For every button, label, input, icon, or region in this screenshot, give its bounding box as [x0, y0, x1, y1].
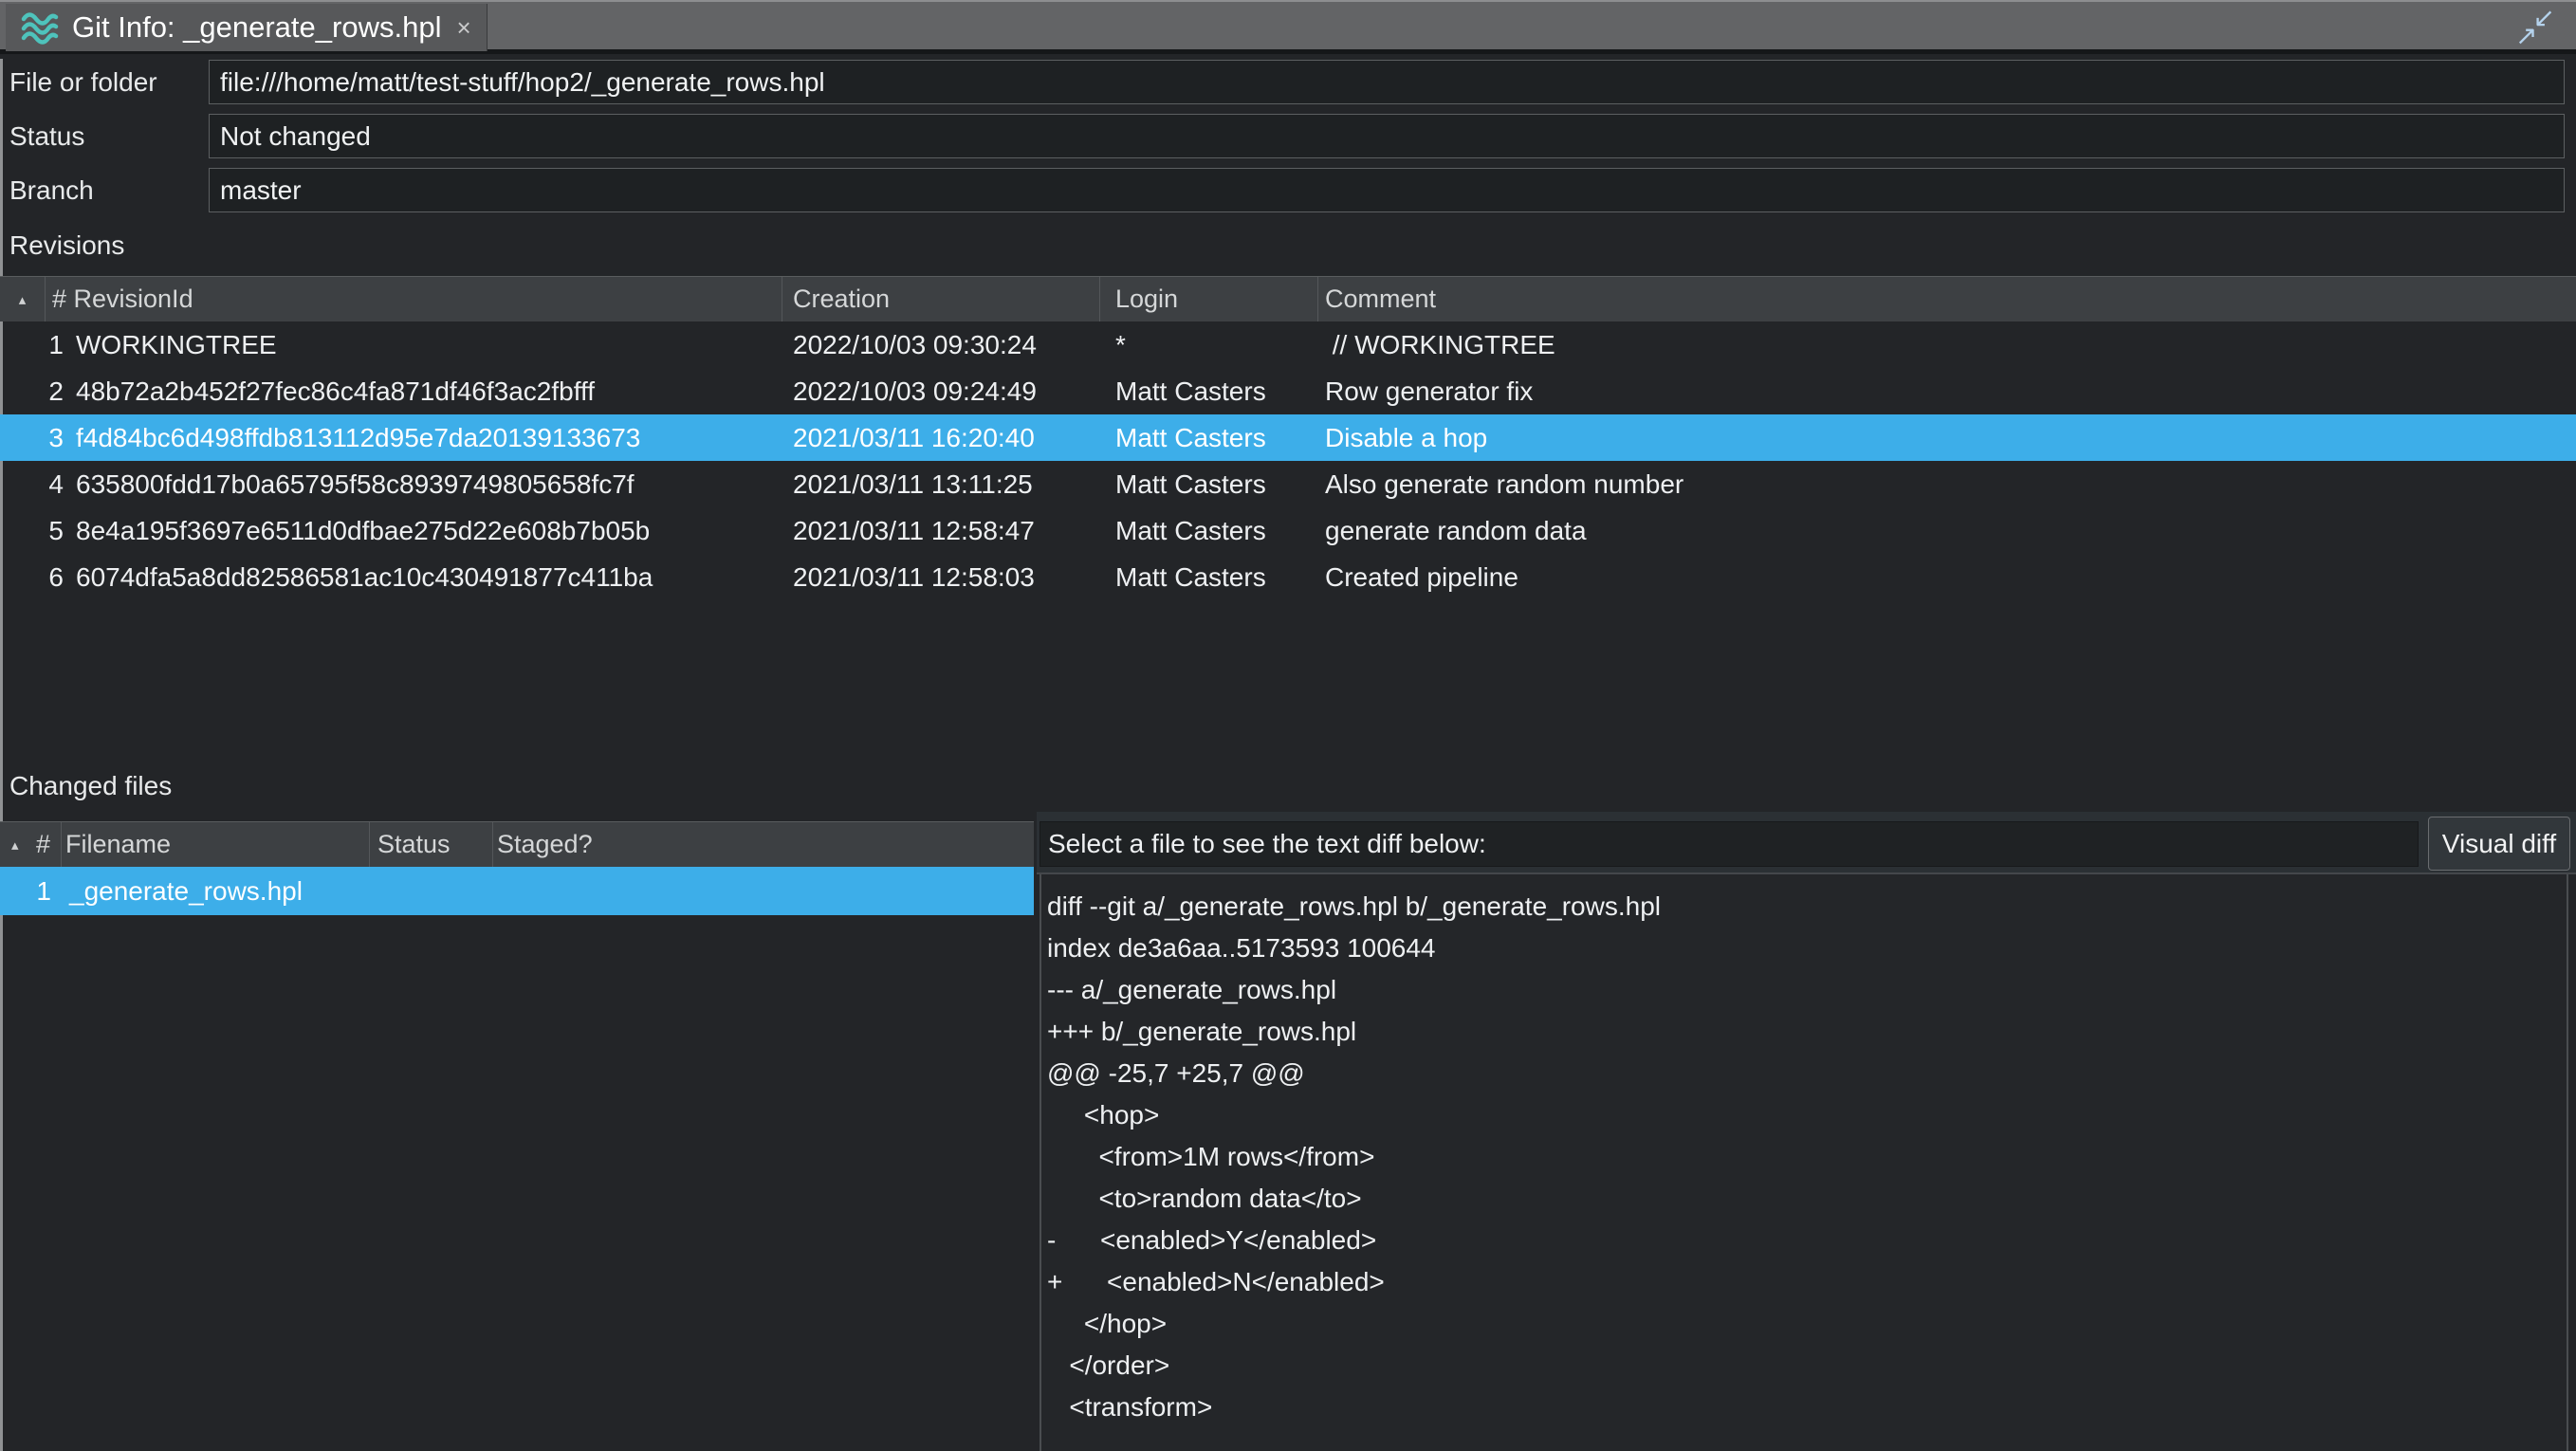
branch-field[interactable]: master: [209, 168, 2565, 212]
revision-row[interactable]: 248b72a2b452f27fec86c4fa871df46f3ac2fbff…: [0, 368, 2576, 414]
revisions-col-login[interactable]: Login: [1100, 277, 1318, 321]
diff-line: <hop>: [1047, 1094, 2567, 1136]
file-or-folder-field[interactable]: file:///home/matt/test-stuff/hop2/_gener…: [209, 60, 2565, 104]
diff-line: + <enabled>N</enabled>: [1047, 1261, 2567, 1303]
tab-close-icon[interactable]: ×: [456, 13, 470, 43]
revisions-table-header: ▴ # RevisionId Creation Login Comment: [0, 276, 2576, 321]
changed-file-row-selected[interactable]: 1 _generate_rows.hpl: [0, 867, 1034, 915]
window-edge: [0, 59, 3, 1451]
diff-text-area[interactable]: diff --git a/_generate_rows.hpl b/_gener…: [1040, 874, 2568, 1451]
revision-row[interactable]: 58e4a195f3697e6511d0dfbae275d22e608b7b05…: [0, 507, 2576, 554]
revisions-section-label: Revisions: [9, 230, 124, 261]
revisions-col-comment[interactable]: Comment: [1318, 277, 2576, 321]
tab-bar: Git Info: _generate_rows.hpl × ↙ ↗: [0, 0, 2576, 54]
diff-line: index de3a6aa..5173593 100644: [1047, 928, 2567, 969]
diff-line: <transform>: [1047, 1387, 2567, 1428]
diff-line: <to>random data</to>: [1047, 1178, 2567, 1220]
diff-line: +++ b/_generate_rows.hpl: [1047, 1011, 2567, 1053]
git-waves-icon: [19, 9, 61, 46]
git-info-window: Git Info: _generate_rows.hpl × ↙ ↗ File …: [0, 0, 2576, 1451]
diff-line: </order>: [1047, 1345, 2567, 1387]
file-or-folder-label: File or folder: [9, 60, 157, 105]
changed-files-col-staged[interactable]: Staged?: [493, 822, 1034, 867]
branch-label: Branch: [9, 168, 94, 213]
file-or-folder-value: file:///home/matt/test-stuff/hop2/_gener…: [220, 67, 825, 98]
tab-title: Git Info: _generate_rows.hpl: [72, 10, 441, 45]
collapse-panel-icon[interactable]: ↙ ↗: [2513, 6, 2557, 49]
tab-git-info[interactable]: Git Info: _generate_rows.hpl ×: [6, 4, 488, 51]
diff-line: <from>1M rows</from>: [1047, 1136, 2567, 1178]
diff-line: --- a/_generate_rows.hpl: [1047, 969, 2567, 1011]
revision-row[interactable]: 66074dfa5a8dd82586581ac10c430491877c411b…: [0, 554, 2576, 600]
diff-prompt-label: Select a file to see the text diff below…: [1040, 821, 2419, 867]
changed-files-sort-indicator[interactable]: ▴ #: [0, 822, 62, 867]
revisions-sort-indicator[interactable]: ▴: [0, 277, 46, 321]
status-label: Status: [9, 114, 84, 159]
revisions-col-revisionid[interactable]: # RevisionId: [46, 277, 782, 321]
branch-value: master: [220, 175, 302, 206]
changed-files-table-header: ▴ # Filename Status Staged?: [0, 821, 1034, 867]
changed-files-col-status[interactable]: Status: [370, 822, 493, 867]
visual-diff-button[interactable]: Visual diff: [2428, 817, 2570, 871]
status-value: Not changed: [220, 121, 371, 152]
status-field[interactable]: Not changed: [209, 114, 2565, 158]
revision-row[interactable]: 1WORKINGTREE 2022/10/03 09:30:24 * // WO…: [0, 321, 2576, 368]
diff-line: diff --git a/_generate_rows.hpl b/_gener…: [1047, 886, 2567, 928]
changed-files-section-label: Changed files: [9, 771, 172, 801]
revision-row-selected[interactable]: 3f4d84bc6d498ffdb813112d95e7da2013913367…: [0, 414, 2576, 461]
revisions-col-creation[interactable]: Creation: [782, 277, 1100, 321]
revision-row[interactable]: 4635800fdd17b0a65795f58c8939749805658fc7…: [0, 461, 2576, 507]
diff-line: @@ -25,7 +25,7 @@: [1047, 1053, 2567, 1094]
diff-line: - <enabled>Y</enabled>: [1047, 1220, 2567, 1261]
diff-line: </hop>: [1047, 1303, 2567, 1345]
changed-files-col-filename[interactable]: Filename: [62, 822, 370, 867]
